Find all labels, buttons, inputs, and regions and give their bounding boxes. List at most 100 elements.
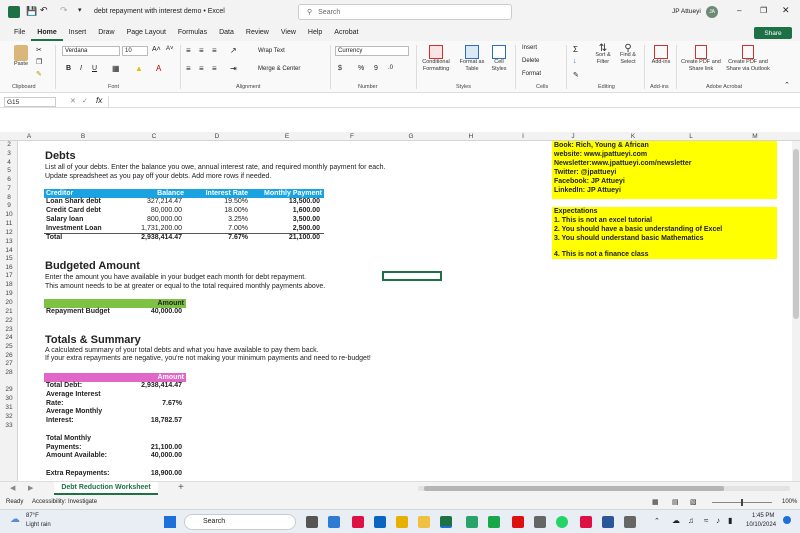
row-header[interactable]: 26 [0, 352, 18, 359]
menu-review[interactable]: Review [240, 24, 275, 41]
avatar[interactable]: JA [706, 6, 718, 18]
font-color-icon[interactable]: A [156, 64, 161, 73]
font-size-select[interactable]: 10 [122, 46, 148, 56]
page-layout-icon[interactable]: ▤ [672, 498, 679, 506]
column-header[interactable]: I [502, 133, 544, 140]
debt-interest[interactable]: 19.50% [186, 198, 248, 205]
cut-icon[interactable]: ✂ [36, 46, 42, 54]
row-header[interactable]: 16 [0, 264, 18, 271]
windows-start-icon[interactable] [164, 516, 176, 528]
comma-icon[interactable]: 9 [374, 65, 378, 72]
row-header[interactable]: 6 [0, 176, 18, 183]
app-icon[interactable] [624, 516, 636, 528]
row-header[interactable]: 22 [0, 317, 18, 324]
prev-sheet-icon[interactable]: ◀ [10, 484, 15, 492]
underline-icon[interactable]: U [92, 65, 97, 72]
debt-interest[interactable]: 3.25% [186, 216, 248, 223]
menu-view[interactable]: View [275, 24, 302, 41]
number-format-select[interactable]: Currency [335, 46, 409, 56]
column-header[interactable]: C [126, 133, 182, 140]
create-pdf-share-link-button[interactable]: Create PDF and Share link [680, 45, 722, 73]
row-header[interactable]: 28 [0, 369, 18, 376]
decrease-font-icon[interactable]: A˅ [166, 46, 174, 52]
wifi-icon[interactable]: ≈ [704, 516, 708, 525]
sheet-tab-active[interactable]: Debt Reduction Worksheet [54, 482, 158, 495]
bold-icon[interactable]: B [66, 65, 71, 72]
menu-draw[interactable]: Draw [92, 24, 120, 41]
align-bottom-icon[interactable]: ≡ [212, 46, 217, 55]
conditional-formatting-button[interactable]: Conditional Formatting [418, 45, 454, 73]
delete-cells-button[interactable]: Delete [522, 58, 539, 64]
row-header[interactable]: 7 [0, 185, 18, 192]
qat-more-icon[interactable]: ▾ [78, 6, 82, 14]
close-icon[interactable]: ✕ [782, 5, 790, 16]
add-sheet-icon[interactable]: + [178, 482, 184, 493]
borders-icon[interactable]: ▦ [112, 64, 120, 73]
acrobat-icon[interactable] [512, 516, 524, 528]
row-header[interactable]: 10 [0, 211, 18, 218]
minimize-icon[interactable]: – [737, 6, 741, 15]
row-header[interactable]: 12 [0, 229, 18, 236]
row-header[interactable]: 19 [0, 290, 18, 297]
column-header[interactable]: K [602, 133, 664, 140]
column-header[interactable]: J [544, 133, 602, 140]
cancel-icon[interactable]: ✕ [70, 97, 76, 105]
redo-icon[interactable]: ↷ [60, 5, 68, 16]
row-header[interactable]: 27 [0, 360, 18, 367]
app-icon[interactable] [580, 516, 592, 528]
row-header[interactable]: 23 [0, 326, 18, 333]
whatsapp-icon[interactable] [556, 516, 568, 528]
row-header[interactable]: 8 [0, 194, 18, 201]
row-header[interactable]: 11 [0, 220, 18, 227]
fill-color-icon[interactable]: ▲ [135, 64, 143, 73]
task-view-icon[interactable] [306, 516, 318, 528]
format-cells-button[interactable]: Format [522, 71, 541, 77]
indent-icon[interactable]: ⇥ [230, 64, 237, 73]
sheet-grid[interactable]: Debts List all of your debts. Enter the … [18, 141, 792, 481]
onedrive-icon[interactable]: ☁ [672, 516, 680, 525]
sort-filter-button[interactable]: ⇅ Sort & Filter [591, 44, 615, 66]
taskbar-search[interactable]: Search [184, 514, 296, 530]
menu-page-layout[interactable]: Page Layout [121, 24, 172, 41]
row-header[interactable]: 4 [0, 159, 18, 166]
excel-taskbar-icon[interactable] [440, 516, 452, 528]
clock-date[interactable]: 10/10/2024 [746, 522, 776, 528]
app-icon[interactable] [534, 516, 546, 528]
align-left-icon[interactable]: ≡ [186, 64, 191, 73]
edge-icon[interactable] [328, 516, 340, 528]
fill-icon[interactable]: ↓ [573, 58, 577, 65]
create-pdf-outlook-button[interactable]: Create PDF and Share via Outlook [724, 45, 772, 73]
speaker-tray-icon[interactable]: ♫ [688, 516, 694, 525]
app-icon[interactable] [488, 516, 500, 528]
selected-cell[interactable] [382, 271, 442, 281]
name-box[interactable]: G15 [4, 97, 56, 107]
h-scrollbar-thumb[interactable] [424, 486, 724, 491]
merge-center-button[interactable]: Merge & Center [258, 66, 300, 72]
column-header[interactable]: F [322, 133, 382, 140]
scrollbar-thumb[interactable] [793, 149, 799, 319]
clear-icon[interactable]: ✎ [573, 71, 579, 79]
function-icon[interactable]: fx [96, 96, 102, 105]
currency-icon[interactable]: $ [338, 65, 342, 72]
collapse-ribbon-icon[interactable]: ⌃ [784, 81, 790, 89]
menu-home[interactable]: Home [31, 24, 63, 41]
row-header[interactable]: 13 [0, 238, 18, 245]
undo-icon[interactable]: ↶ [40, 5, 48, 16]
weather-icon[interactable]: ☁ [10, 514, 20, 525]
menu-help[interactable]: Help [302, 24, 328, 41]
accessibility-status[interactable]: Accessibility: Investigate [32, 499, 97, 505]
menu-acrobat[interactable]: Acrobat [328, 24, 364, 41]
row-header[interactable]: 30 [0, 395, 18, 402]
share-button[interactable]: Share [754, 27, 792, 39]
next-sheet-icon[interactable]: ▶ [28, 484, 33, 492]
menu-file[interactable]: File [8, 24, 31, 41]
formula-input[interactable] [108, 96, 800, 107]
add-ins-button[interactable]: Add-ins [648, 45, 674, 66]
debt-payment[interactable]: 13,500.00 [250, 198, 320, 205]
debt-payment[interactable]: 3,500.00 [250, 216, 320, 223]
row-header[interactable]: 32 [0, 413, 18, 420]
align-right-icon[interactable]: ≡ [212, 64, 217, 73]
zoom-thumb[interactable] [741, 499, 743, 506]
menu-insert[interactable]: Insert [63, 24, 93, 41]
column-header[interactable]: E [252, 133, 322, 140]
